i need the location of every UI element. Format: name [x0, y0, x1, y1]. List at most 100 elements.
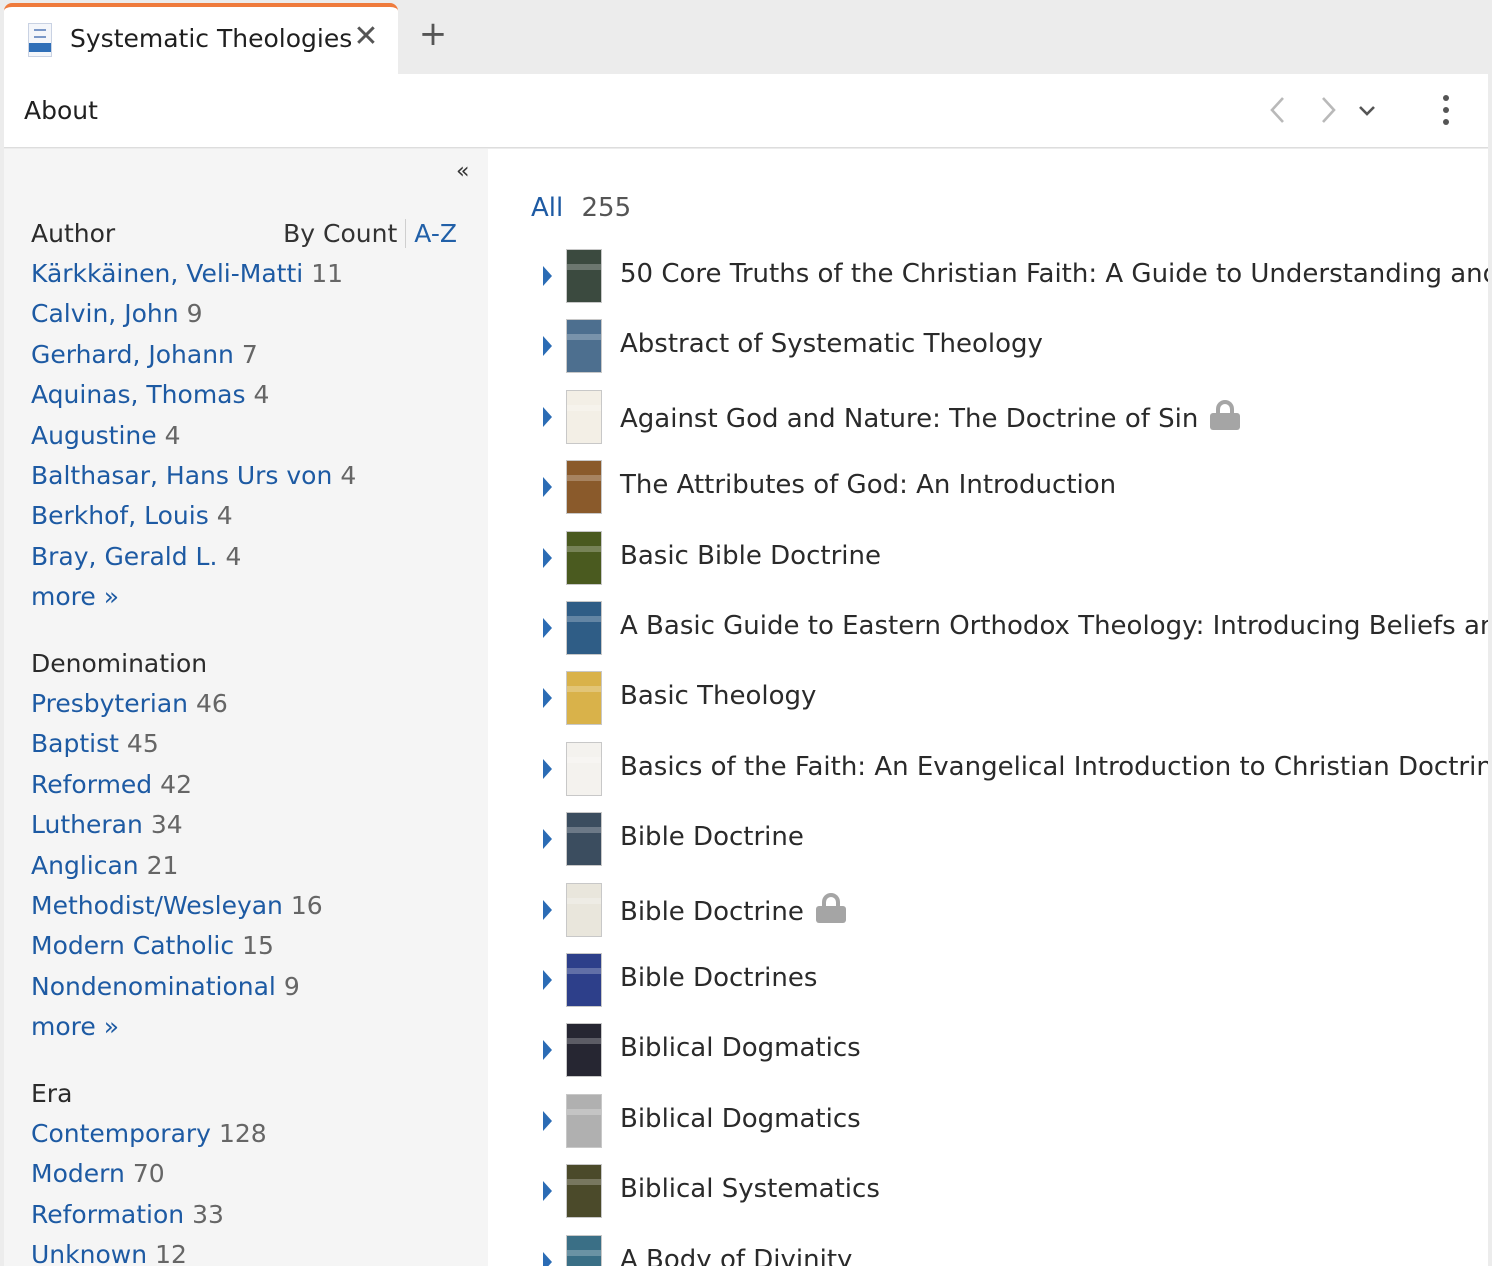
book-title[interactable]: The Attributes of God: An Introduction	[620, 470, 1116, 500]
book-title[interactable]: Basic Theology	[620, 681, 816, 711]
facet-item-name[interactable]: Reformed	[31, 770, 152, 799]
book-row[interactable]: Biblical Dogmatics	[488, 1023, 1488, 1079]
book-title-text[interactable]: Against God and Nature: The Doctrine of …	[620, 404, 1198, 434]
book-title[interactable]: Basics of the Faith: An Evangelical Intr…	[620, 752, 1488, 782]
facet-item-name[interactable]: Reformation	[31, 1200, 184, 1229]
all-filter-link[interactable]: All	[531, 193, 563, 223]
facet-item-name[interactable]: Calvin, John	[31, 299, 179, 328]
book-cover[interactable]	[566, 460, 602, 515]
facet-item-name[interactable]: Baptist	[31, 729, 119, 758]
sort-by-count-button[interactable]: By Count	[283, 219, 407, 248]
book-title[interactable]: Biblical Dogmatics	[620, 1033, 861, 1063]
book-title[interactable]: 50 Core Truths of the Christian Faith: A…	[620, 259, 1488, 289]
add-tab-icon[interactable]: +	[416, 16, 450, 52]
book-title[interactable]: Basic Bible Doctrine	[620, 541, 881, 571]
book-row[interactable]: 50 Core Truths of the Christian Faith: A…	[488, 249, 1488, 305]
expand-triangle-icon[interactable]	[543, 406, 552, 427]
book-cover[interactable]	[566, 1093, 602, 1148]
book-cover[interactable]	[566, 671, 602, 726]
book-row[interactable]: Basics of the Faith: An Evangelical Intr…	[488, 741, 1488, 798]
book-row[interactable]: Abstract of Systematic Theology	[488, 319, 1488, 375]
facet-item-name[interactable]: Bray, Gerald L.	[31, 542, 217, 571]
book-title-text[interactable]: 50 Core Truths of the Christian Faith: A…	[620, 259, 1488, 289]
book-row[interactable]: A Basic Guide to Eastern Orthodox Theolo…	[488, 601, 1488, 657]
book-cover[interactable]	[566, 530, 602, 585]
book-title[interactable]: Against God and Nature: The Doctrine of …	[620, 399, 1241, 434]
facet-item-name[interactable]: Kärkkäinen, Veli-Matti	[31, 259, 303, 288]
facet-item-name[interactable]: Gerhard, Johann	[31, 340, 234, 369]
book-cover[interactable]	[566, 741, 602, 796]
book-cover[interactable]	[566, 389, 602, 444]
book-cover[interactable]	[566, 882, 602, 937]
expand-triangle-icon[interactable]	[543, 1040, 552, 1061]
facet-item-name[interactable]: Balthasar, Hans Urs von	[31, 461, 332, 490]
facet-item-name[interactable]: Anglican	[31, 851, 139, 880]
sort-az-button[interactable]: A-Z	[406, 219, 457, 248]
facet-item-name[interactable]: Modern Catholic	[31, 931, 234, 960]
facet-item-name[interactable]: Modern	[31, 1159, 125, 1188]
facet-item-name[interactable]: Augustine	[31, 421, 157, 450]
book-title-text[interactable]: Bible Doctrine	[620, 897, 804, 927]
book-row[interactable]: Bible Doctrine	[488, 882, 1488, 939]
book-row[interactable]: Biblical Dogmatics	[488, 1093, 1488, 1150]
book-title-text[interactable]: Basic Bible Doctrine	[620, 541, 881, 571]
tab-systematic-theologies[interactable]: Systematic Theologies ✕	[4, 3, 398, 74]
book-title-text[interactable]: Biblical Dogmatics	[620, 1033, 861, 1063]
close-icon[interactable]: ✕	[352, 21, 380, 53]
book-row[interactable]: Biblical Systematics	[488, 1164, 1488, 1220]
book-cover[interactable]	[566, 812, 602, 867]
facet-item-name[interactable]: Lutheran	[31, 810, 143, 839]
book-title-text[interactable]: Biblical Dogmatics	[620, 1104, 861, 1134]
expand-triangle-icon[interactable]	[543, 1251, 552, 1266]
collapse-sidebar-icon[interactable]: «	[456, 159, 469, 184]
book-title[interactable]: Biblical Dogmatics	[620, 1104, 861, 1134]
book-row[interactable]: Against God and Nature: The Doctrine of …	[488, 389, 1488, 446]
book-cover[interactable]	[566, 249, 602, 303]
expand-triangle-icon[interactable]	[543, 688, 552, 709]
book-cover[interactable]	[566, 1023, 602, 1078]
book-row[interactable]: Bible Doctrines	[488, 953, 1488, 1009]
expand-triangle-icon[interactable]	[543, 477, 552, 498]
facet-item-name[interactable]: Contemporary	[31, 1119, 211, 1148]
expand-triangle-icon[interactable]	[543, 336, 552, 357]
book-title-text[interactable]: Biblical Systematics	[620, 1174, 880, 1204]
expand-triangle-icon[interactable]	[543, 266, 552, 286]
expand-triangle-icon[interactable]	[543, 1181, 552, 1202]
book-row[interactable]: The Attributes of God: An Introduction	[488, 460, 1488, 516]
expand-triangle-icon[interactable]	[543, 1110, 552, 1131]
book-cover[interactable]	[566, 601, 602, 655]
expand-triangle-icon[interactable]	[543, 829, 552, 850]
book-title[interactable]: Bible Doctrine	[620, 822, 804, 852]
expand-triangle-icon[interactable]	[543, 547, 552, 568]
author-more-link[interactable]: more »	[31, 577, 461, 617]
expand-triangle-icon[interactable]	[543, 758, 552, 779]
expand-triangle-icon[interactable]	[543, 618, 552, 638]
book-row[interactable]: A Body of Divinity	[488, 1234, 1488, 1266]
denomination-more-link[interactable]: more »	[31, 1007, 461, 1047]
back-arrow-icon[interactable]	[1261, 92, 1295, 128]
book-title-text[interactable]: A Basic Guide to Eastern Orthodox Theolo…	[620, 611, 1488, 641]
book-cover[interactable]	[566, 1164, 602, 1219]
facet-item-name[interactable]: Berkhof, Louis	[31, 501, 209, 530]
book-title-text[interactable]: Bible Doctrines	[620, 963, 817, 993]
book-row[interactable]: Bible Doctrine	[488, 812, 1488, 868]
book-title[interactable]: Bible Doctrine	[620, 892, 846, 927]
book-row[interactable]: Basic Theology	[488, 671, 1488, 727]
forward-arrow-icon[interactable]	[1311, 92, 1345, 128]
book-cover[interactable]	[566, 953, 602, 1007]
more-options-icon[interactable]	[1429, 92, 1463, 128]
expand-triangle-icon[interactable]	[543, 899, 552, 920]
facet-item-name[interactable]: Presbyterian	[31, 689, 188, 718]
book-title[interactable]: A Basic Guide to Eastern Orthodox Theolo…	[620, 611, 1488, 641]
facet-item-name[interactable]: Aquinas, Thomas	[31, 380, 246, 409]
book-title-text[interactable]: The Attributes of God: An Introduction	[620, 470, 1116, 500]
facet-item-name[interactable]: Methodist/Wesleyan	[31, 891, 283, 920]
book-title-text[interactable]: A Body of Divinity	[620, 1245, 852, 1266]
facet-item-name[interactable]: Nondenominational	[31, 972, 276, 1001]
book-title-text[interactable]: Basic Theology	[620, 681, 816, 711]
book-title-text[interactable]: Basics of the Faith: An Evangelical Intr…	[620, 752, 1488, 782]
book-title[interactable]: Biblical Systematics	[620, 1174, 880, 1204]
expand-triangle-icon[interactable]	[543, 970, 552, 990]
book-title-text[interactable]: Bible Doctrine	[620, 822, 804, 852]
book-row[interactable]: Basic Bible Doctrine	[488, 530, 1488, 587]
